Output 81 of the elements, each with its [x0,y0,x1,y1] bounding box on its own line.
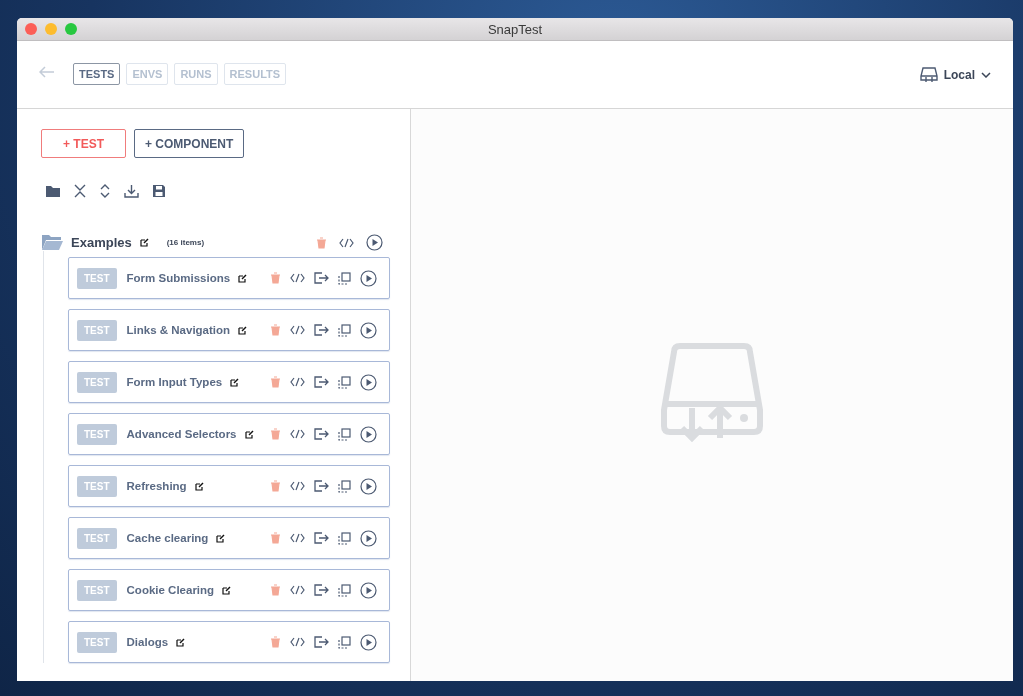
export-icon[interactable] [314,428,329,440]
export-icon[interactable] [314,480,329,492]
play-icon[interactable] [366,234,383,251]
test-card[interactable]: TEST Links & Navigation [68,309,390,351]
export-icon[interactable] [314,584,329,596]
code-icon[interactable] [290,585,305,595]
duplicate-icon[interactable] [338,635,351,649]
edit-icon[interactable] [230,377,240,387]
edit-icon[interactable] [216,533,226,543]
code-icon[interactable] [339,237,354,248]
test-badge: TEST [77,267,117,289]
edit-icon[interactable] [238,273,248,283]
code-icon[interactable] [290,533,305,543]
edit-icon[interactable] [244,429,254,439]
save-icon[interactable] [152,184,166,198]
edit-icon[interactable] [222,585,232,595]
code-icon[interactable] [290,481,305,491]
test-name: Advanced Selectors [126,428,237,440]
play-icon[interactable] [360,269,377,287]
test-name: Cookie Clearing [126,584,215,596]
duplicate-icon[interactable] [338,427,351,441]
test-badge: TEST [77,475,117,497]
test-badge: TEST [77,319,117,341]
edit-icon[interactable] [238,325,248,335]
edit-icon[interactable] [176,637,186,647]
duplicate-icon[interactable] [338,375,351,389]
test-card[interactable]: TEST Dialogs [68,621,390,663]
duplicate-icon[interactable] [338,583,351,597]
code-icon[interactable] [290,273,305,283]
duplicate-icon[interactable] [338,479,351,493]
window-title: SnapTest [487,21,543,37]
edit-icon[interactable] [139,238,149,247]
test-name: Refreshing [126,480,187,492]
test-name: Form Submissions [126,272,231,284]
chevron-down-icon [981,71,991,78]
download-icon[interactable] [124,184,139,198]
code-icon[interactable] [290,429,305,439]
export-icon[interactable] [314,272,329,284]
environment-dropdown[interactable]: Local [919,66,991,83]
export-icon[interactable] [314,636,329,648]
test-card[interactable]: TEST Advanced Selectors [68,413,390,455]
code-icon[interactable] [290,325,305,335]
item-count: (16 items) [166,238,205,247]
duplicate-icon[interactable] [338,323,351,337]
play-icon[interactable] [360,581,377,599]
play-icon[interactable] [360,477,377,495]
test-name: Form Input Types [126,376,223,388]
play-icon[interactable] [360,373,377,391]
drive-icon [919,66,938,83]
export-icon[interactable] [314,532,329,544]
folder-name: Examples [71,235,132,250]
duplicate-icon[interactable] [338,271,351,285]
add-button[interactable]: + TEST [41,129,126,158]
export-icon[interactable] [314,324,329,336]
test-name: Links & Navigation [126,324,231,336]
test-name: Dialogs [126,636,169,648]
test-card[interactable]: TEST Refreshing [68,465,390,507]
test-badge: TEST [77,423,117,445]
test-badge: TEST [77,631,117,653]
export-icon[interactable] [314,376,329,388]
test-card[interactable]: TEST Form Submissions [68,257,390,299]
test-card[interactable]: TEST Cache clearing [68,517,390,559]
play-icon[interactable] [360,425,377,443]
play-icon[interactable] [360,529,377,547]
test-card[interactable]: TEST Cookie Clearing [68,569,390,611]
nav-tab[interactable]: TESTS [73,62,121,85]
play-icon[interactable] [360,633,377,651]
test-badge: TEST [77,371,117,393]
collapse-icon[interactable] [74,184,86,198]
code-icon[interactable] [290,377,305,387]
test-name: Cache clearing [126,532,209,544]
expand-icon[interactable] [99,184,111,198]
duplicate-icon[interactable] [338,531,351,545]
folder-icon[interactable] [45,184,61,198]
test-card[interactable]: TEST Form Input Types [68,361,390,403]
test-badge: TEST [77,579,117,601]
play-icon[interactable] [360,321,377,339]
edit-icon[interactable] [194,481,204,491]
add-button[interactable]: + COMPONENT [134,129,245,158]
test-badge: TEST [77,527,117,549]
code-icon[interactable] [290,637,305,647]
